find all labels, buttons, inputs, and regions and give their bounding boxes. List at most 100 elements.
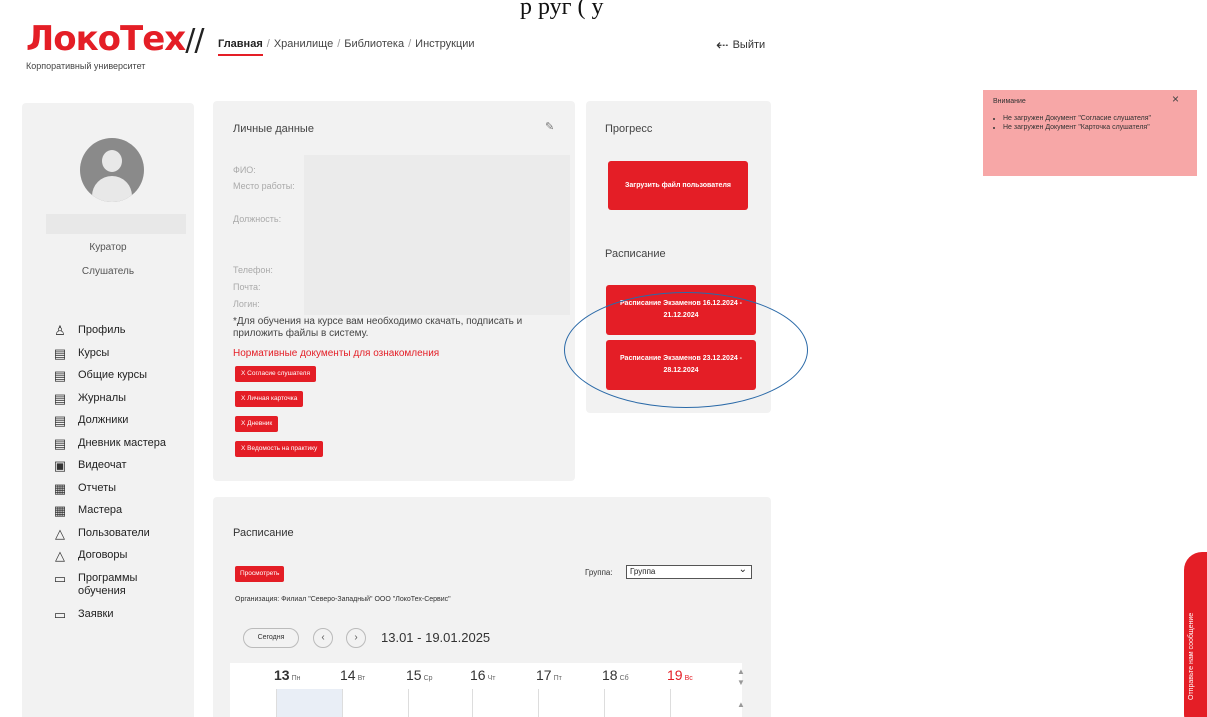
- sidebar-item-label: Пользователи: [78, 526, 150, 539]
- weekday-label: Ср: [423, 675, 433, 682]
- day-number: 16: [470, 667, 486, 683]
- doc-practice-button[interactable]: Х Ведомость на практику: [235, 441, 324, 457]
- nav-home[interactable]: Главная: [218, 38, 263, 56]
- sidebar-item-contracts[interactable]: △ Договоры: [52, 549, 166, 572]
- group-select[interactable]: Группа ⌄: [626, 564, 752, 579]
- personal-data-title: Личные данные: [233, 123, 314, 135]
- chevron-down-icon: ⌄: [738, 564, 747, 575]
- calendar-header: 13 Пн 14 Вт 15 Ср 16 Чт 17 Пт 18 Сб 19 Вс: [230, 663, 742, 689]
- warning-notification: Внимание × Не загружен Документ "Согласи…: [983, 90, 1197, 176]
- role-listener: Слушатель: [81, 266, 135, 277]
- sidebar-item-master-diary[interactable]: ▤ Дневник мастера: [52, 436, 167, 460]
- sidebar-item-label: Заявки: [78, 607, 114, 620]
- organization-text: Организация: Филиал "Северо-Западный" ОО…: [235, 596, 451, 603]
- notification-list: Не загружен Документ "Согласие слушателя…: [1003, 114, 1183, 132]
- highlight-ellipse: [564, 292, 808, 408]
- document-icon: ▤: [53, 390, 67, 406]
- field-position: Должность:: [233, 214, 282, 224]
- sidebar-item-label: Профиль: [78, 324, 126, 336]
- group-label: Группа:: [585, 568, 613, 577]
- prev-week-button[interactable]: ‹: [313, 628, 333, 648]
- normative-docs-link[interactable]: Нормативные документы для ознакомления: [233, 348, 439, 359]
- close-icon[interactable]: ×: [1172, 92, 1179, 106]
- scroll-up-icon[interactable]: ▲: [737, 667, 745, 676]
- nav-instructions[interactable]: Инструкции: [415, 38, 474, 56]
- document-icon: ▤: [53, 345, 67, 361]
- nav-separator: /: [408, 38, 412, 50]
- doc-consent-button[interactable]: Х Согласие слушателя: [235, 366, 316, 382]
- pencil-icon[interactable]: ✎: [545, 120, 554, 133]
- sidebar-item-label: Курсы: [78, 346, 110, 359]
- sidebar-item-journals[interactable]: ▤ Журналы: [52, 390, 166, 415]
- day-fri[interactable]: 17 Пт: [536, 667, 562, 683]
- sidebar-item-videochat[interactable]: ▣ Видеочат: [52, 459, 166, 482]
- day-sun[interactable]: 19 Вс: [667, 667, 693, 683]
- progress-title: Прогресс: [605, 123, 653, 135]
- document-icon: ▤: [53, 413, 67, 428]
- sidebar-item-masters[interactable]: ▦ Мастера: [52, 504, 166, 527]
- date-range: 13.01 - 19.01.2025: [381, 630, 491, 645]
- next-week-button[interactable]: ›: [346, 628, 366, 648]
- users-icon: △: [55, 525, 65, 541]
- doc-diary-button[interactable]: Х Дневник: [235, 416, 279, 432]
- sidebar-item-reports[interactable]: ▦ Отчеты: [52, 480, 166, 505]
- day-tue[interactable]: 14 Вт: [340, 667, 365, 683]
- sidebar-item-programs[interactable]: ▭ Программы обучения: [52, 570, 166, 608]
- upload-file-button[interactable]: Загрузить файл пользователя: [608, 161, 748, 210]
- upload-note: *Для обучения на курсе вам необходимо ск…: [233, 316, 523, 339]
- weekday-label: Пт: [553, 675, 562, 682]
- today-button[interactable]: Сегодня: [243, 628, 299, 648]
- day-number: 19: [667, 667, 683, 683]
- sidebar-item-profile[interactable]: ♙ Профиль: [52, 324, 166, 347]
- redacted-values: [304, 155, 570, 315]
- nav-library[interactable]: Библиотека: [344, 38, 404, 56]
- field-workplace: Место работы:: [233, 181, 295, 191]
- day-number: 14: [340, 667, 356, 683]
- feedback-tab-label: Отправьте нам сообщение: [1188, 612, 1195, 700]
- day-mon[interactable]: 13 Пн: [274, 667, 300, 683]
- field-fio: ФИО:: [233, 165, 256, 175]
- role-curator: Куратор: [89, 242, 127, 253]
- program-icon: ▭: [53, 570, 67, 586]
- day-sat[interactable]: 18 Сб: [602, 667, 629, 683]
- day-wed[interactable]: 15 Ср: [406, 667, 433, 683]
- user-name-placeholder: [46, 214, 186, 234]
- sidebar-item-label: Видеочат: [78, 459, 127, 471]
- sidebar-item-debtors[interactable]: ▤ Должники: [52, 414, 166, 437]
- doc-card-button[interactable]: Х Личная карточка: [235, 391, 304, 407]
- schedule-title: Расписание: [233, 527, 294, 539]
- logo-subtitle: Корпоративный университет: [26, 61, 146, 71]
- nav-storage[interactable]: Хранилище: [274, 38, 333, 56]
- sidebar-item-courses[interactable]: ▤ Курсы: [52, 345, 166, 370]
- sidebar-item-label: Дневник мастера: [78, 436, 167, 449]
- sidebar-item-label: Общие курсы: [78, 369, 148, 381]
- report-icon: ▦: [53, 480, 67, 496]
- logo-wordmark: ЛокоТех//: [26, 19, 204, 59]
- scroll-up-icon[interactable]: ▲: [737, 700, 745, 709]
- calendar-grid[interactable]: [230, 689, 742, 717]
- grid-line: [276, 689, 277, 717]
- field-phone: Телефон:: [233, 265, 273, 275]
- sidebar-item-users[interactable]: △ Пользователи: [52, 525, 166, 550]
- logo[interactable]: ЛокоТех// Корпоративный университет: [26, 19, 204, 71]
- day-number: 17: [536, 667, 552, 683]
- sidebar-item-requests[interactable]: ▭ Заявки: [52, 606, 166, 631]
- users-icon: △: [55, 548, 65, 563]
- grid-line: [408, 689, 409, 717]
- scroll-down-icon[interactable]: ▼: [737, 678, 745, 687]
- grid-line: [670, 689, 671, 717]
- nav-separator: /: [337, 38, 341, 50]
- request-icon: ▭: [53, 606, 67, 622]
- day-thu[interactable]: 16 Чт: [470, 667, 495, 683]
- today-column: [276, 689, 342, 717]
- sidebar-item-label: Программы обучения: [78, 571, 138, 597]
- page-root: { "doc_text": "р руг ( у", "logo": { "br…: [0, 0, 1207, 717]
- user-icon: ♙: [54, 323, 66, 338]
- sidebar-item-common-courses[interactable]: ▤ Общие курсы: [52, 369, 166, 392]
- weekday-label: Пн: [291, 675, 301, 682]
- sidebar-item-label: Мастера: [78, 504, 123, 516]
- weekday-label: Сб: [619, 675, 629, 682]
- view-button[interactable]: Просмотреть: [235, 566, 285, 582]
- logout-label: Выйти: [732, 39, 766, 51]
- logout-button[interactable]: ⇠ Выйти: [716, 36, 765, 54]
